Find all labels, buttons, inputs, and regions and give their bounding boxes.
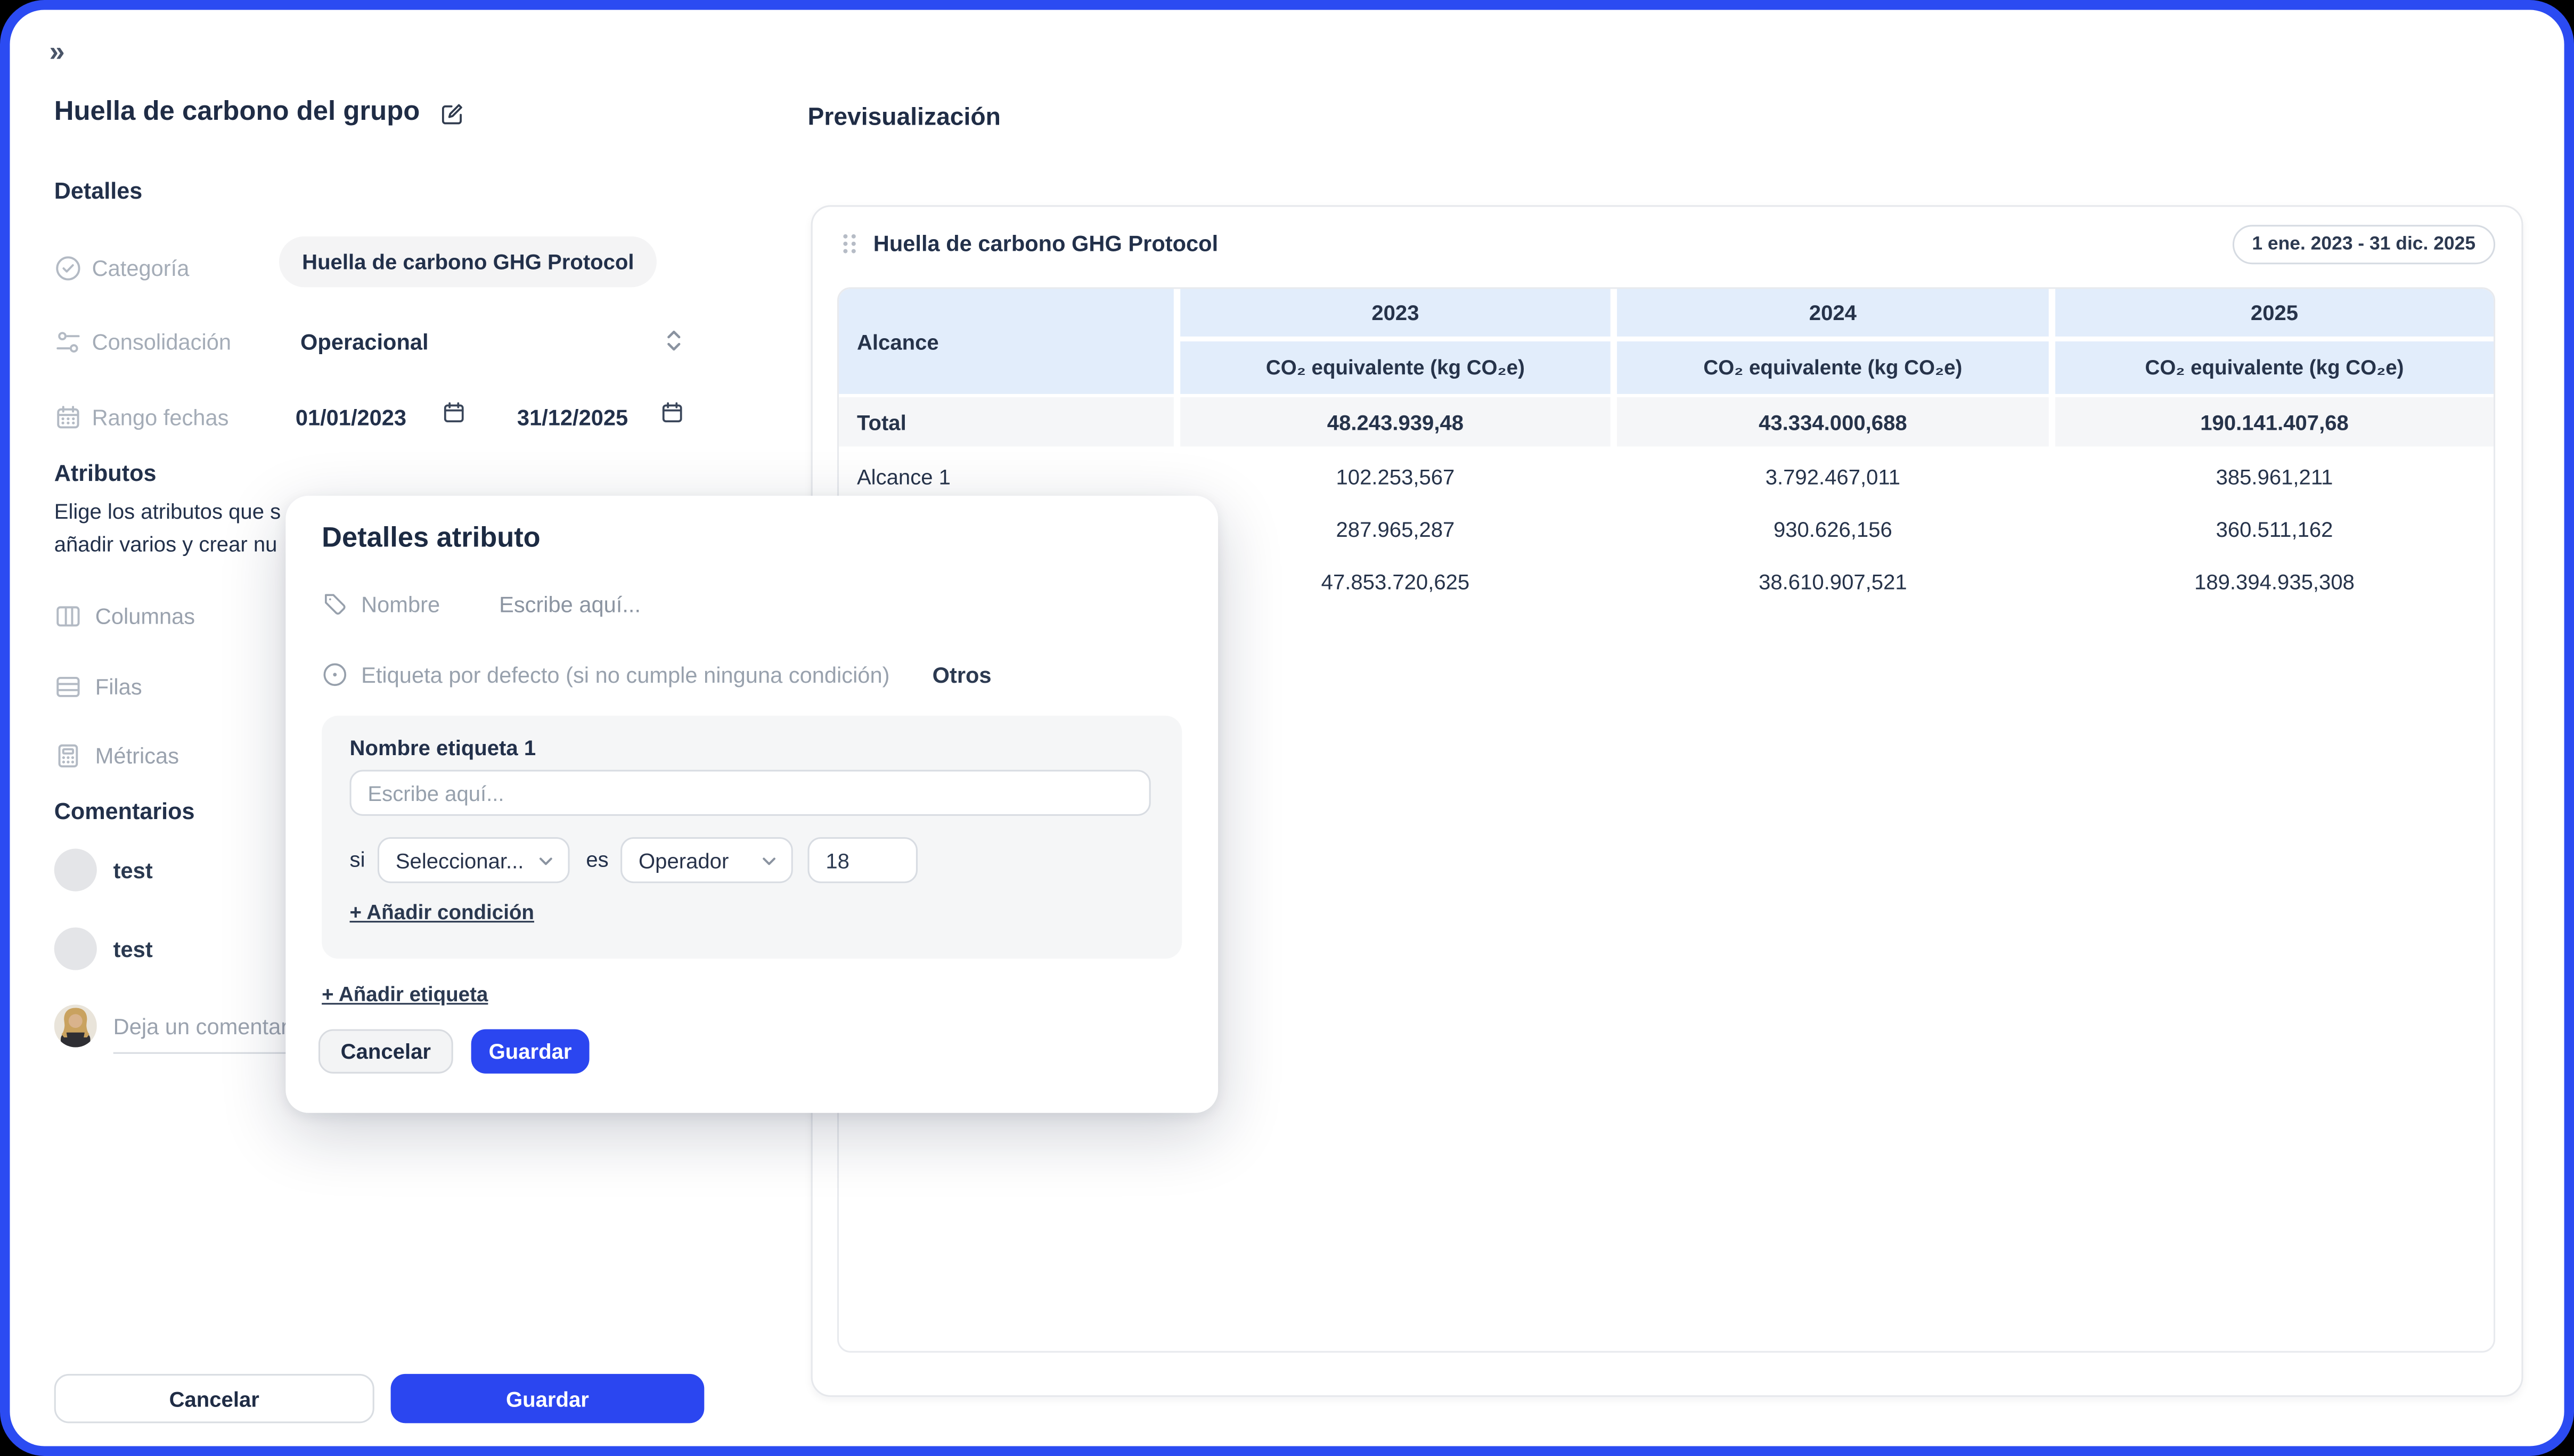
detail-row-daterange: Rango fechas 01/01/2023 31/12/2025 — [54, 396, 744, 438]
date-end-calendar-icon[interactable] — [660, 400, 684, 433]
calculator-icon — [54, 741, 82, 769]
attributes-description-line1: Elige los atributos que s — [54, 499, 289, 523]
sidebar-item-label: Filas — [95, 674, 142, 698]
sidebar-item-metrics[interactable]: Métricas — [54, 734, 179, 776]
column-subheader-unit: CO₂ equivalente (kg CO₂e) — [2055, 341, 2494, 394]
modal-default-value[interactable]: Otros — [933, 662, 992, 687]
save-button[interactable]: Guardar — [391, 1374, 705, 1423]
table-cell: 38.610.907,521 — [1617, 555, 2049, 608]
date-end-field[interactable]: 31/12/2025 — [517, 405, 628, 429]
table-cell: 3.792.467,011 — [1617, 450, 2049, 503]
table-columns-icon — [54, 602, 82, 629]
cancel-button[interactable]: Cancelar — [54, 1374, 374, 1423]
attribute-select[interactable]: Seleccionar... — [378, 837, 570, 883]
date-range-badge[interactable]: 1 ene. 2023 - 31 dic. 2025 — [2232, 225, 2495, 264]
operator-select[interactable]: Operador — [620, 837, 793, 883]
column-subheader-unit: CO₂ equivalente (kg CO₂e) — [1180, 341, 1611, 394]
attribute-details-modal: Detalles atributo Nombre Escribe aquí...… — [285, 496, 1218, 1113]
is-label: es — [586, 847, 608, 871]
table-rows-icon — [54, 672, 82, 700]
if-label: si — [350, 847, 365, 871]
sidebar-item-label: Métricas — [95, 743, 179, 767]
operator-select-value: Operador — [639, 848, 729, 872]
chevron-down-icon — [537, 851, 555, 869]
detail-row-consolidation: Consolidación Operacional — [54, 320, 744, 363]
column-header-year: 2023 — [1180, 289, 1611, 336]
modal-title: Detalles atributo — [322, 522, 541, 555]
page-title: Huella de carbono del grupo — [54, 97, 464, 128]
drag-handle-icon[interactable] — [840, 232, 859, 256]
table-cell: 47.853.720,625 — [1180, 555, 1611, 608]
total-cell: 48.243.939,48 — [1180, 397, 1611, 446]
modal-cancel-button[interactable]: Cancelar — [318, 1029, 453, 1074]
consolidation-label: Consolidación — [92, 329, 231, 354]
comments-heading: Comentarios — [54, 798, 195, 824]
sidebar-item-columns[interactable]: Columnas — [54, 594, 195, 637]
attributes-description-line2: añadir varios y crear nu — [54, 532, 289, 557]
chevron-updown-icon[interactable] — [663, 326, 684, 363]
avatar — [54, 927, 97, 970]
column-subheader-unit: CO₂ equivalente (kg CO₂e) — [1617, 341, 2049, 394]
table-cell: 189.394.935,308 — [2055, 555, 2494, 608]
page-title-text: Huella de carbono del grupo — [54, 97, 420, 128]
comment-input-placeholder: Deja un comentario — [113, 1015, 306, 1039]
preview-heading: Previsualización — [807, 103, 1000, 131]
modal-name-label: Nombre — [361, 592, 440, 616]
table-cell: 360.511,162 — [2055, 502, 2494, 555]
tag-name-label: Nombre etiqueta 1 — [350, 735, 536, 760]
modal-name-row: Nombre Escribe aquí... — [322, 586, 641, 622]
column-header-year: 2024 — [1617, 289, 2049, 336]
total-row-label: Total — [839, 397, 1174, 446]
avatar — [54, 849, 97, 891]
daterange-label: Rango fechas — [92, 405, 229, 429]
category-label: Categoría — [92, 255, 190, 280]
sidebar-item-rows[interactable]: Filas — [54, 665, 142, 707]
comment-item: test — [54, 849, 153, 891]
modal-default-row: Etiqueta por defecto (si no cumple ningu… — [322, 657, 991, 693]
tag-condition-panel: Nombre etiqueta 1 si Seleccionar... es O… — [322, 716, 1182, 959]
modal-default-label: Etiqueta por defecto (si no cumple ningu… — [361, 662, 889, 687]
comment-item: test — [54, 927, 153, 970]
details-heading: Detalles — [54, 177, 143, 203]
column-header-year: 2025 — [2055, 289, 2494, 336]
table-cell: 102.253,567 — [1180, 450, 1611, 503]
attribute-select-value: Seleccionar... — [396, 848, 524, 872]
calendar-icon — [54, 403, 82, 431]
consolidation-select-value[interactable]: Operacional — [300, 329, 429, 354]
table-cell: 930.626,156 — [1617, 502, 2049, 555]
total-cell: 190.141.407,68 — [2055, 397, 2494, 446]
collapse-sidebar-icon[interactable]: » — [49, 36, 63, 69]
preview-card-title: Huella de carbono GHG Protocol — [840, 232, 1218, 256]
add-tag-link[interactable]: + Añadir etiqueta — [322, 983, 488, 1006]
app-screen: » Huella de carbono del grupo Detalles C… — [10, 10, 2564, 1446]
chevron-down-icon — [760, 851, 778, 869]
modal-save-button[interactable]: Guardar — [471, 1029, 590, 1074]
preview-card-title-text: Huella de carbono GHG Protocol — [873, 232, 1218, 256]
user-photo-avatar — [54, 1004, 97, 1047]
app-window-frame: » Huella de carbono del grupo Detalles C… — [0, 0, 2574, 1456]
sliders-icon — [54, 328, 82, 355]
date-start-field[interactable]: 01/01/2023 — [296, 405, 406, 429]
sidebar-item-label: Columnas — [95, 603, 195, 628]
condition-value-input[interactable] — [807, 837, 918, 883]
check-circle-icon — [54, 253, 82, 281]
tag-icon — [322, 591, 348, 617]
comment-text: test — [113, 936, 153, 961]
modal-name-input[interactable]: Escribe aquí... — [499, 592, 641, 616]
attributes-heading: Atributos — [54, 460, 157, 486]
add-condition-link[interactable]: + Añadir condición — [350, 901, 534, 924]
total-cell: 43.334.000,688 — [1617, 397, 2049, 446]
table-row-label: Alcance 1 — [839, 450, 1174, 503]
date-start-calendar-icon[interactable] — [442, 400, 466, 433]
circle-dot-icon — [322, 661, 348, 688]
detail-row-category: Categoría Huella de carbono GHG Protocol — [54, 243, 744, 292]
tag-name-input[interactable] — [350, 770, 1151, 816]
comment-text: test — [113, 858, 153, 882]
category-value-pill[interactable]: Huella de carbono GHG Protocol — [279, 236, 657, 288]
edit-icon[interactable] — [439, 99, 464, 126]
column-header-alcance: Alcance — [839, 289, 1174, 394]
table-cell: 385.961,211 — [2055, 450, 2494, 503]
comment-avatar — [54, 1004, 97, 1056]
table-cell: 287.965,287 — [1180, 502, 1611, 555]
